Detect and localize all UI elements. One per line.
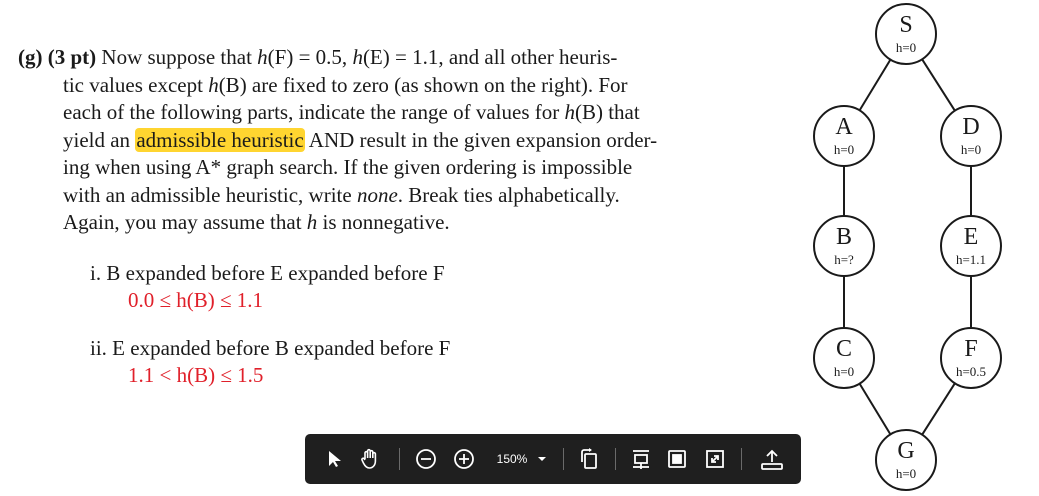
node-heuristic: h=1.1 [956, 252, 986, 267]
toolbar-divider [399, 448, 400, 470]
zoom-level: 150% [496, 452, 528, 466]
toolbar-divider [741, 448, 742, 470]
node-F: Fh=0.5 [940, 327, 1002, 389]
node-heuristic: h=0 [961, 142, 981, 157]
node-heuristic: h=0.5 [956, 364, 986, 379]
edge-S-D [921, 58, 956, 112]
fullscreen-icon[interactable] [701, 444, 729, 474]
node-label: A [835, 114, 853, 140]
toolbar-divider [615, 448, 616, 470]
edge-S-A [858, 59, 892, 111]
zoom-level-dropdown[interactable]: 150% [491, 444, 553, 474]
select-pointer-icon[interactable] [321, 444, 349, 474]
chevron-down-icon [538, 457, 547, 461]
node-heuristic: h=0 [896, 40, 916, 55]
share-upload-icon[interactable] [757, 444, 787, 474]
pdf-toolbar: 150% [305, 434, 801, 484]
zoom-out-icon[interactable] [413, 444, 439, 474]
node-heuristic: h=? [834, 252, 854, 267]
zoom-in-icon[interactable] [451, 444, 477, 474]
search-graph: Sh=0Ah=0Dh=0Bh=?Eh=1.1Ch=0Fh=0.5Gh=0 [813, 3, 1002, 491]
node-label: F [964, 336, 977, 362]
page-view-icon[interactable] [663, 444, 691, 474]
hand-pan-icon[interactable] [355, 444, 385, 474]
node-label: E [964, 224, 979, 250]
node-E: Eh=1.1 [940, 215, 1002, 277]
node-B: Bh=? [813, 215, 875, 277]
edge-C-G [858, 383, 892, 435]
fit-width-icon[interactable] [627, 444, 655, 474]
node-label: B [836, 224, 852, 250]
node-heuristic: h=0 [896, 466, 916, 481]
node-G: Gh=0 [875, 429, 937, 491]
node-label: G [897, 438, 914, 464]
node-label: D [962, 114, 979, 140]
node-S: Sh=0 [875, 3, 937, 65]
node-label: S [899, 12, 912, 38]
node-label: C [836, 336, 852, 362]
node-A: Ah=0 [813, 105, 875, 167]
node-D: Dh=0 [940, 105, 1002, 167]
rotate-page-icon[interactable] [575, 444, 603, 474]
edge-F-G [921, 382, 956, 436]
node-C: Ch=0 [813, 327, 875, 389]
toolbar-divider [563, 448, 564, 470]
node-heuristic: h=0 [834, 364, 854, 379]
node-heuristic: h=0 [834, 142, 854, 157]
